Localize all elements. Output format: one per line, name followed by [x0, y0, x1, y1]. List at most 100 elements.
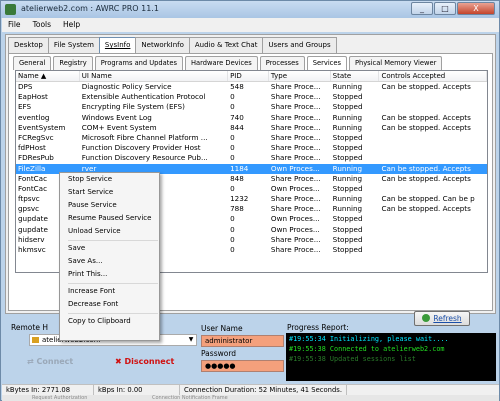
tab-audio-text-chat[interactable]: Audio & Text Chat	[188, 37, 264, 53]
cell-type: Share Proce...	[270, 112, 321, 122]
cell-type: Share Proce...	[270, 132, 321, 142]
cell-name: EapHost	[18, 92, 48, 102]
cell-controls	[379, 153, 487, 163]
cell-state: Stopped	[332, 183, 363, 193]
column-name[interactable]: Name ▲	[16, 71, 80, 81]
menu-tools[interactable]: Tools	[27, 18, 57, 32]
cell-controls	[379, 143, 487, 153]
subtab-registry[interactable]: Registry	[53, 56, 93, 70]
cell-type: Share Proce...	[270, 122, 321, 132]
table-row[interactable]: EFS Encrypting File System (EFS) 0 Share Pr…	[16, 102, 487, 112]
cell-ui-name: Windows Event Log	[81, 112, 152, 122]
cell-pid: 1232	[230, 194, 249, 204]
cell-ui-name: Extensible Authentication Protocol	[81, 92, 206, 102]
cell-controls	[379, 92, 487, 102]
cell-ui-name: Microsoft Fibre Channel Platform ...	[81, 132, 208, 142]
cell-controls: Can be stopped. Accepts	[381, 163, 471, 173]
cell-type: Own Proces...	[270, 163, 320, 173]
cell-state: Stopped	[332, 132, 363, 142]
table-row[interactable]: FCRegSvc Microsoft Fibre Channel Platform…	[16, 133, 487, 143]
subtab-processes[interactable]: Processes	[259, 56, 305, 70]
cell-pid: 788	[230, 204, 244, 214]
password-field[interactable]: ●●●●●	[201, 360, 284, 372]
subtab-general[interactable]: General	[13, 56, 52, 70]
table-row[interactable]: DPS Diagnostic Policy Service 548 Share Pro…	[16, 82, 487, 92]
cell-controls	[379, 214, 487, 224]
menu-separator	[68, 239, 158, 241]
cell-controls	[379, 225, 487, 235]
table-row[interactable]: FDResPub Function Discovery Resource Pub.…	[16, 153, 487, 163]
cell-pid: 0	[230, 143, 235, 153]
context-menu-item[interactable]: Copy to Clipboard	[64, 315, 159, 328]
menu-separator	[68, 312, 158, 314]
tab-users-groups[interactable]: Users and Groups	[262, 37, 337, 53]
subtab-programs-updates[interactable]: Programs and Updates	[94, 56, 183, 70]
disconnect-button[interactable]: ✖ Disconnect	[115, 357, 174, 366]
context-menu-item[interactable]: Unload Service	[64, 225, 159, 238]
close-button[interactable]: X	[457, 2, 495, 15]
cell-name: FDResPub	[18, 153, 54, 163]
options-bar: Request Authorization Connection Notific…	[2, 395, 499, 401]
menu-file[interactable]: File	[2, 18, 27, 32]
cell-state: Stopped	[332, 234, 363, 244]
cell-pid: 0	[230, 245, 235, 254]
table-row[interactable]: EapHost Extensible Authentication Protoco…	[16, 92, 487, 102]
cell-type: Share Proce...	[270, 82, 321, 91]
cell-state: Stopped	[332, 143, 363, 153]
status-duration: Connection Duration: 52 Minutes, 41 Seco…	[180, 385, 348, 395]
minimize-button[interactable]: _	[411, 2, 433, 15]
request-authorization-option[interactable]: Request Authorization	[32, 395, 87, 401]
cell-controls	[379, 184, 487, 194]
cell-pid: 0	[230, 234, 235, 244]
table-row[interactable]: fdPHost Function Discovery Provider Host 0…	[16, 143, 487, 153]
cell-state: Stopped	[332, 224, 363, 234]
column-type[interactable]: Type	[269, 71, 331, 81]
progress-label: Progress Report:	[287, 323, 349, 332]
cell-state: Running	[332, 163, 363, 173]
cell-state: Stopped	[332, 214, 363, 224]
cell-controls: Can be stopped. Accepts	[381, 173, 471, 183]
cell-pid: 848	[230, 173, 244, 183]
connection-notification-option[interactable]: Connection Notification Frame	[152, 395, 228, 401]
subtab-services[interactable]: Services	[306, 56, 347, 70]
column-controls[interactable]: Controls Accepted	[379, 71, 487, 81]
cell-pid: 0	[230, 214, 235, 224]
context-menu-item[interactable]: Save As...	[64, 255, 159, 268]
tab-sysinfo[interactable]: SysInfo	[98, 37, 137, 53]
cell-controls: Can be stopped. Accepts	[381, 82, 471, 91]
menu-help[interactable]: Help	[57, 18, 86, 32]
subtab-physical-memory[interactable]: Physical Memory Viewer	[348, 56, 443, 70]
tab-desktop[interactable]: Desktop	[8, 37, 49, 53]
cell-state: Stopped	[332, 102, 363, 112]
cell-controls: Can be stopped. Accepts	[381, 112, 471, 122]
cell-pid: 0	[230, 153, 235, 163]
maximize-button[interactable]: □	[434, 2, 456, 15]
tab-file-system[interactable]: File System	[47, 37, 100, 53]
connect-button[interactable]: ⇄ Connect	[27, 357, 73, 366]
username-field[interactable]: administrator	[201, 335, 284, 347]
tab-networkinfo[interactable]: NetworkInfo	[135, 37, 190, 53]
cell-state: Running	[332, 204, 363, 214]
context-menu-item[interactable]: Resume Paused Service	[64, 212, 159, 225]
context-menu-item[interactable]: Pause Service	[64, 199, 159, 212]
cell-ui-name: Encrypting File System (EFS)	[81, 102, 185, 112]
main-tabs: Desktop File System SysInfo NetworkInfo …	[8, 37, 337, 53]
column-state[interactable]: State	[331, 71, 380, 81]
context-menu-item[interactable]: Decrease Font	[64, 298, 159, 311]
cell-ui-name: Diagnostic Policy Service	[81, 82, 172, 91]
context-menu-item[interactable]: Save	[64, 242, 159, 255]
cell-controls: Can be stopped. Accepts	[381, 122, 471, 132]
context-menu-item[interactable]: Increase Font	[64, 285, 159, 298]
context-menu-item[interactable]: Print This...	[64, 268, 159, 281]
context-menu-item[interactable]: Start Service	[64, 186, 159, 199]
cell-name: EFS	[18, 102, 32, 112]
context-menu-item[interactable]: Stop Service	[64, 173, 159, 186]
subtab-hardware-devices[interactable]: Hardware Devices	[185, 56, 258, 70]
table-row[interactable]: EventSystem COM+ Event System 844 Share Pro…	[16, 123, 487, 133]
cell-pid: 0	[230, 183, 235, 193]
status-kbytes-in: kBytes In: 2771.08	[2, 385, 94, 395]
column-pid[interactable]: PID	[228, 71, 269, 81]
chevron-down-icon[interactable]: ▼	[186, 335, 196, 345]
table-row[interactable]: eventlog Windows Event Log 740 Share Proce.…	[16, 113, 487, 123]
column-ui-name[interactable]: UI Name	[80, 71, 229, 81]
